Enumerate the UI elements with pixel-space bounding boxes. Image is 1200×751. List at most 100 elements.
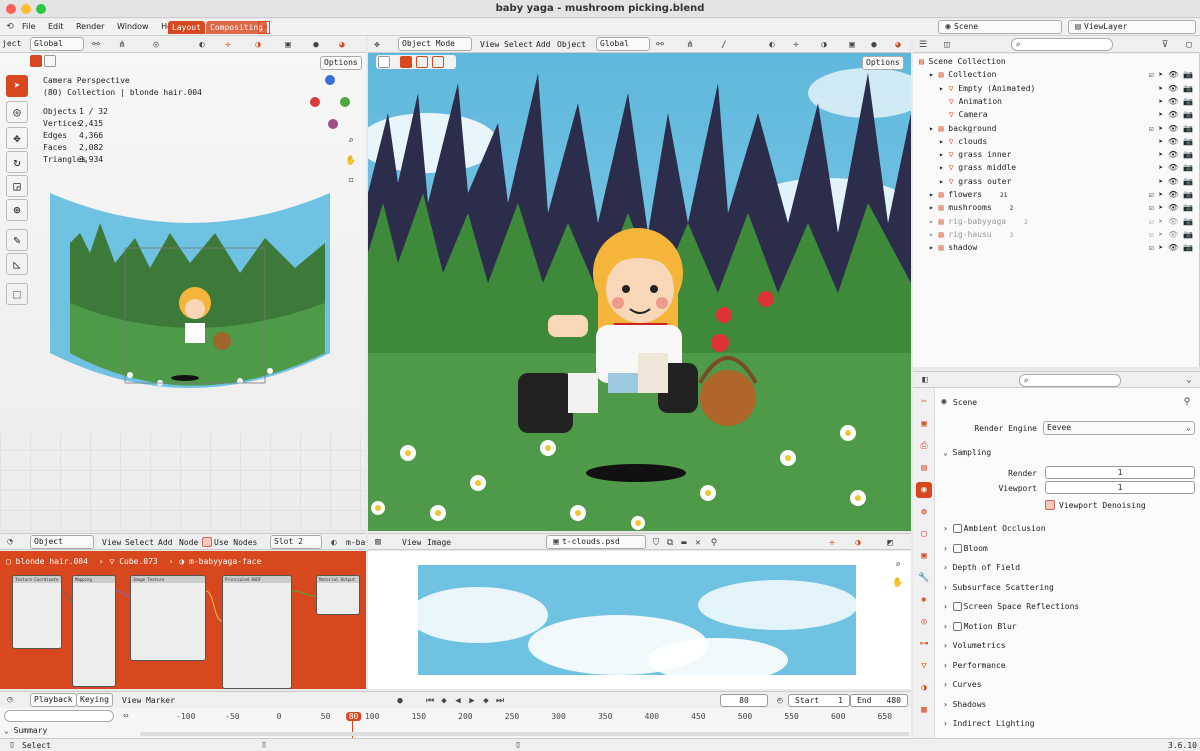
expand-arrow-icon[interactable]: ▸ xyxy=(939,150,949,159)
section-enable-checkbox[interactable] xyxy=(952,543,962,553)
play-reverse-icon[interactable]: ◀ xyxy=(452,695,464,707)
pin-icon[interactable]: ⚲ xyxy=(1181,396,1193,408)
swap-icon[interactable]: ⇔ xyxy=(120,710,132,722)
menu-file[interactable]: File xyxy=(22,22,35,31)
main-solid-icon[interactable]: ● xyxy=(868,39,880,51)
panel-section-header[interactable]: › Screen Space Reflections xyxy=(943,602,1079,611)
constraints-tab-icon[interactable]: ⊶ xyxy=(916,636,932,652)
main-select-box-icon[interactable] xyxy=(400,56,412,68)
menu-object[interactable]: Object xyxy=(557,40,586,49)
visibility-toggles[interactable]: ☑ ➤ 👁 📷 xyxy=(1149,201,1193,214)
panel-section-header[interactable]: › Shadows xyxy=(943,700,986,709)
section-enable-checkbox[interactable] xyxy=(952,524,962,533)
keying-menu[interactable]: Keying xyxy=(76,693,113,707)
select-tool-icon[interactable]: ➤ xyxy=(6,75,28,97)
image-display-icon[interactable]: ◩ xyxy=(884,537,896,549)
main-options-button[interactable]: Options xyxy=(862,56,904,70)
end-frame-field[interactable]: End 480 xyxy=(850,694,908,707)
outliner-item[interactable]: ▸ ▤ rig-babyyaga 2 ☑ ➤ 👁 📷 xyxy=(913,215,1199,228)
select-box-icon[interactable] xyxy=(30,55,42,67)
visibility-toggles[interactable]: ➤ 👁 📷 xyxy=(1158,135,1193,148)
panel-section-header[interactable]: › Subsurface Scattering xyxy=(943,583,1054,592)
main-overlay-icon[interactable]: ◑ xyxy=(818,39,830,51)
render-tab-icon[interactable]: ▣ xyxy=(916,416,932,432)
object-mode-selector[interactable]: Object Mode xyxy=(398,37,472,51)
prev-keyframe-icon[interactable]: ◆ xyxy=(438,695,450,707)
rotate-tool-icon[interactable]: ↻ xyxy=(6,151,28,173)
outliner-search-input[interactable]: ⌕ xyxy=(1011,38,1113,51)
outliner-item[interactable]: ▤ Scene Collection xyxy=(913,55,1199,68)
expand-arrow-icon[interactable]: ▸ xyxy=(929,230,939,239)
outliner-item[interactable]: ▸ ▤ mushrooms 2 ☑ ➤ 👁 📷 xyxy=(913,201,1199,214)
fake-user-icon[interactable]: ⛉ xyxy=(650,537,662,549)
add-cube-tool-icon[interactable]: ⬚ xyxy=(6,283,28,305)
transform-tool-icon[interactable]: ⊕ xyxy=(6,199,28,221)
scale-tool-icon[interactable]: ◲ xyxy=(6,175,28,197)
image-menu-view[interactable]: View xyxy=(402,538,421,547)
shader-menu-view[interactable]: View xyxy=(102,538,121,547)
snap-icon[interactable]: ⋔ xyxy=(116,39,128,51)
gizmo-neg-axis[interactable] xyxy=(328,119,338,129)
shading-rendered-icon[interactable]: ◕ xyxy=(336,39,348,51)
jump-end-icon[interactable]: ⏭ xyxy=(494,695,506,707)
main-select-cursor-icon[interactable] xyxy=(378,56,390,68)
view-layer-selector[interactable]: ▤ ViewLayer xyxy=(1068,20,1196,34)
shader-object-dropdown[interactable]: Object xyxy=(30,535,94,549)
visibility-toggles[interactable]: ☑ ➤ 👁 📷 xyxy=(1149,68,1193,81)
visibility-toggles[interactable]: ☑ ➤ 👁 📷 xyxy=(1149,215,1193,228)
playback-menu[interactable]: Playback xyxy=(30,693,77,707)
main-visibility-icon[interactable]: ◐ xyxy=(766,39,778,51)
menu-select[interactable]: Select xyxy=(504,40,533,49)
outliner-editor-icon[interactable]: ☰ xyxy=(917,39,929,51)
expand-arrow-icon[interactable]: ▸ xyxy=(929,124,939,133)
use-nodes-checkbox[interactable] xyxy=(202,537,212,547)
gizmo-icon[interactable]: ✛ xyxy=(222,39,234,51)
start-frame-field[interactable]: Start 1 xyxy=(788,694,850,707)
outliner-item[interactable]: ▸ ▽ grass outer ➤ 👁 📷 xyxy=(913,175,1199,188)
main-viewport[interactable]: Options xyxy=(368,53,911,531)
pivot-icon[interactable]: ⚯ xyxy=(90,39,102,51)
gizmo-y-axis[interactable] xyxy=(340,97,350,107)
left-viewport[interactable]: Options ➤ ◎ ✥ ↻ ◲ ⊕ ✎ ◺ ⬚ Camera Perspec… xyxy=(0,53,366,531)
image-selector[interactable]: ▣ t-clouds.psd xyxy=(546,535,646,549)
material-tab-icon[interactable]: ◑ xyxy=(916,680,932,696)
visibility-toggles[interactable]: ➤ 👁 📷 xyxy=(1158,148,1193,161)
camera-view-icon[interactable]: ⌗ xyxy=(345,175,357,187)
clock-icon[interactable]: ◴ xyxy=(774,695,786,707)
visibility-icon[interactable]: ◐ xyxy=(196,39,208,51)
main-select-subtract-icon[interactable] xyxy=(432,56,444,68)
new-collection-icon[interactable]: ▢ xyxy=(1183,39,1195,51)
visibility-toggles[interactable]: ➤ 👁 📷 xyxy=(1158,108,1193,121)
output-tab-icon[interactable]: ⎙ xyxy=(916,438,932,454)
close-image-icon[interactable]: ✕ xyxy=(692,537,704,549)
viewport-samples-field[interactable]: 1 xyxy=(1045,481,1195,494)
pin-image-icon[interactable]: ⚲ xyxy=(708,537,720,549)
filter-icon[interactable]: ⊽ xyxy=(1159,39,1171,51)
tab-layout[interactable]: Layout xyxy=(168,21,205,34)
visibility-toggles[interactable]: ➤ 👁 📷 xyxy=(1158,161,1193,174)
panel-section-header[interactable]: › Indirect Lighting xyxy=(943,719,1035,728)
play-icon[interactable]: ▶ xyxy=(466,695,478,707)
gizmo-x-axis[interactable] xyxy=(310,97,320,107)
proportional-icon[interactable]: ◎ xyxy=(150,39,162,51)
select-extend-icon[interactable] xyxy=(44,55,56,67)
left-viewport-mode[interactable]: ject xyxy=(2,39,21,48)
menu-add[interactable]: Add xyxy=(536,40,550,49)
timeline-scrollbar[interactable] xyxy=(140,732,910,736)
main-pivot-icon[interactable]: ⚯ xyxy=(654,39,666,51)
annotate-tool-icon[interactable]: ✎ xyxy=(6,229,28,251)
panel-section-header[interactable]: › Motion Blur xyxy=(943,621,1017,631)
properties-editor-icon[interactable]: ◧ xyxy=(919,374,931,386)
main-transform-orientation[interactable]: Global xyxy=(596,37,650,51)
outliner-item[interactable]: ▸ ▤ flowers 21 ☑ ➤ 👁 📷 xyxy=(913,188,1199,201)
menu-window[interactable]: Window xyxy=(117,22,149,31)
outliner-item[interactable]: ▸ ▤ Collection ☑ ➤ 👁 📷 xyxy=(913,68,1199,81)
panel-section-header[interactable]: › Depth of Field xyxy=(943,563,1020,572)
timeline-menu-marker[interactable]: Marker xyxy=(146,696,175,705)
expand-arrow-icon[interactable]: ▸ xyxy=(939,163,949,172)
texture-tab-icon[interactable]: ▦ xyxy=(916,702,932,718)
image-pan-icon[interactable]: ✋ xyxy=(892,577,904,589)
editor-type-icon[interactable]: ✥ xyxy=(371,39,383,51)
particles-tab-icon[interactable]: ✺ xyxy=(916,592,932,608)
left-options-button[interactable]: Options xyxy=(320,56,362,70)
